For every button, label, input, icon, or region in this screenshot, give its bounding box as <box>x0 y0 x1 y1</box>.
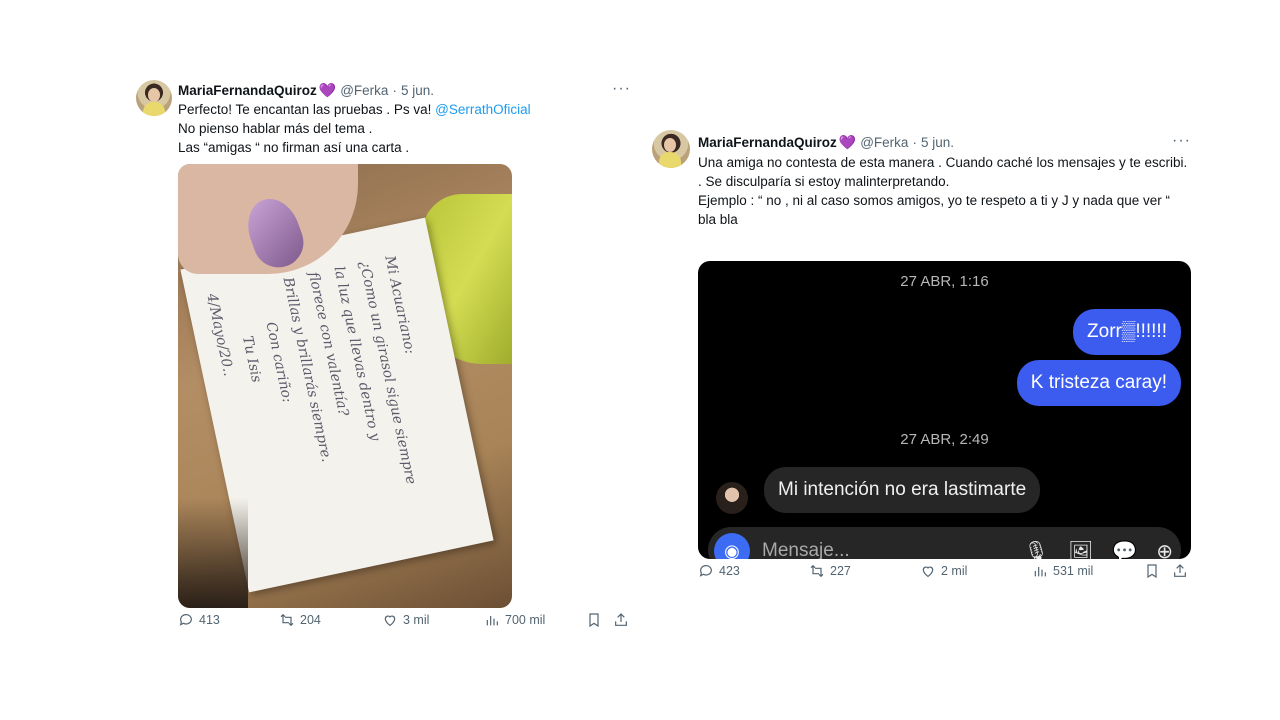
reply-button[interactable]: 423 <box>698 563 740 579</box>
share-button[interactable] <box>613 612 629 628</box>
views-button[interactable]: 531 mil <box>1032 563 1093 579</box>
composer-placeholder: Mensaje... <box>762 540 850 559</box>
shadow <box>178 498 248 608</box>
reply-count: 413 <box>199 613 220 627</box>
like-count: 2 mil <box>941 564 968 578</box>
retweet-icon <box>280 613 294 627</box>
retweet-count: 204 <box>300 613 321 627</box>
reply-button[interactable]: 413 <box>178 612 220 628</box>
view-count: 700 mil <box>505 613 546 627</box>
camera-icon[interactable]: ◉ <box>714 533 750 559</box>
more-options-icon[interactable]: ··· <box>1172 132 1191 150</box>
microphone-icon[interactable]: 🎙 <box>1024 539 1049 559</box>
chat-timestamp: 27 ABR, 1:16 <box>900 273 989 290</box>
author-name[interactable]: MariaFernandaQuiroz <box>698 135 837 150</box>
tweet-text-line: . Se disculparía si estoy malinterpretan… <box>698 174 950 189</box>
reply-icon <box>179 614 192 626</box>
bookmark-button[interactable] <box>586 612 602 628</box>
more-options-icon[interactable]: ··· <box>612 80 631 98</box>
plus-icon[interactable]: ⊕ <box>1156 539 1173 559</box>
tweet-photo-letter[interactable]: Mi Acuariano: ¿Como un girasol sigue sie… <box>178 164 512 608</box>
message-composer[interactable]: ◉ Mensaje... 🎙 🖼 💬 ⊕ <box>708 527 1181 559</box>
share-icon <box>615 613 627 626</box>
chat-timestamp: 27 ABR, 2:49 <box>900 431 989 448</box>
image-icon[interactable]: 🖼 <box>1068 539 1093 559</box>
purple-heart-emoji: 💜 <box>838 134 857 150</box>
author-name[interactable]: MariaFernandaQuiroz <box>178 83 317 98</box>
reply-icon <box>699 565 712 577</box>
retweet-icon <box>810 564 824 578</box>
tweet-header: MariaFernandaQuiroz 💜 @Ferka · 5 jun. <box>178 82 434 99</box>
heart-icon <box>384 615 396 627</box>
tweet-date[interactable]: 5 jun. <box>921 135 954 150</box>
tweet-header: MariaFernandaQuiroz 💜 @Ferka · 5 jun. <box>698 134 954 151</box>
tweet-text-line: Ejemplo : “ no , ni al caso somos amigos… <box>698 193 1170 227</box>
author-handle[interactable]: @Ferka <box>340 83 388 98</box>
chat-avatar <box>716 482 748 514</box>
share-button[interactable] <box>1172 563 1188 579</box>
bar-chart-icon <box>486 616 498 626</box>
tweet-1[interactable]: MariaFernandaQuiroz 💜 @Ferka · 5 jun. ··… <box>136 80 636 650</box>
bar-chart-icon <box>1034 567 1046 577</box>
author-avatar[interactable] <box>652 130 690 168</box>
purple-heart-emoji: 💜 <box>318 82 337 98</box>
chat-message-received: Mi intención no era lastimarte <box>764 467 1041 513</box>
separator-dot: · <box>392 83 397 98</box>
share-icon <box>1174 564 1186 577</box>
chat-message-sent: K tristeza caray! <box>1016 360 1181 406</box>
tweet-text-line: No pienso hablar más del tema . <box>178 121 373 136</box>
tweet-photo-chat-screenshot[interactable]: 27 ABR, 1:16 Zorr▒!!!!!! K tristeza cara… <box>698 261 1191 559</box>
views-button[interactable]: 700 mil <box>484 612 545 628</box>
author-avatar[interactable] <box>136 80 172 116</box>
tweet-text-line: Las “amigas “ no firman así una carta . <box>178 140 410 155</box>
author-handle[interactable]: @Ferka <box>860 135 908 150</box>
like-count: 3 mil <box>403 613 430 627</box>
bookmark-icon <box>589 613 599 628</box>
mention-link[interactable]: @SerrathOficial <box>435 102 530 117</box>
tweet-text-line: Perfecto! Te encantan las pruebas . Ps v… <box>178 102 436 117</box>
retweet-count: 227 <box>830 564 851 578</box>
view-count: 531 mil <box>1053 564 1094 578</box>
heart-icon <box>922 566 934 578</box>
tweet-text: Una amiga no contesta de esta manera . C… <box>698 153 1188 229</box>
retweet-button[interactable]: 227 <box>809 563 851 579</box>
retweet-button[interactable]: 204 <box>279 612 321 628</box>
tweet-date[interactable]: 5 jun. <box>401 83 434 98</box>
tweet-2[interactable]: MariaFernandaQuiroz 💜 @Ferka · 5 jun. ··… <box>652 130 1208 600</box>
separator-dot: · <box>912 135 917 150</box>
sticker-icon[interactable]: 💬 <box>1112 539 1137 559</box>
chat-message-sent: Zorr▒!!!!!! <box>1073 309 1181 355</box>
tweet-text-line: Una amiga no contesta de esta manera . C… <box>698 155 1188 170</box>
tweet-text: Perfecto! Te encantan las pruebas . Ps v… <box>178 100 628 157</box>
bookmark-button[interactable] <box>1144 563 1160 579</box>
like-button[interactable]: 3 mil <box>382 612 429 628</box>
like-button[interactable]: 2 mil <box>920 563 967 579</box>
bookmark-icon <box>1147 564 1157 579</box>
reply-count: 423 <box>719 564 740 578</box>
